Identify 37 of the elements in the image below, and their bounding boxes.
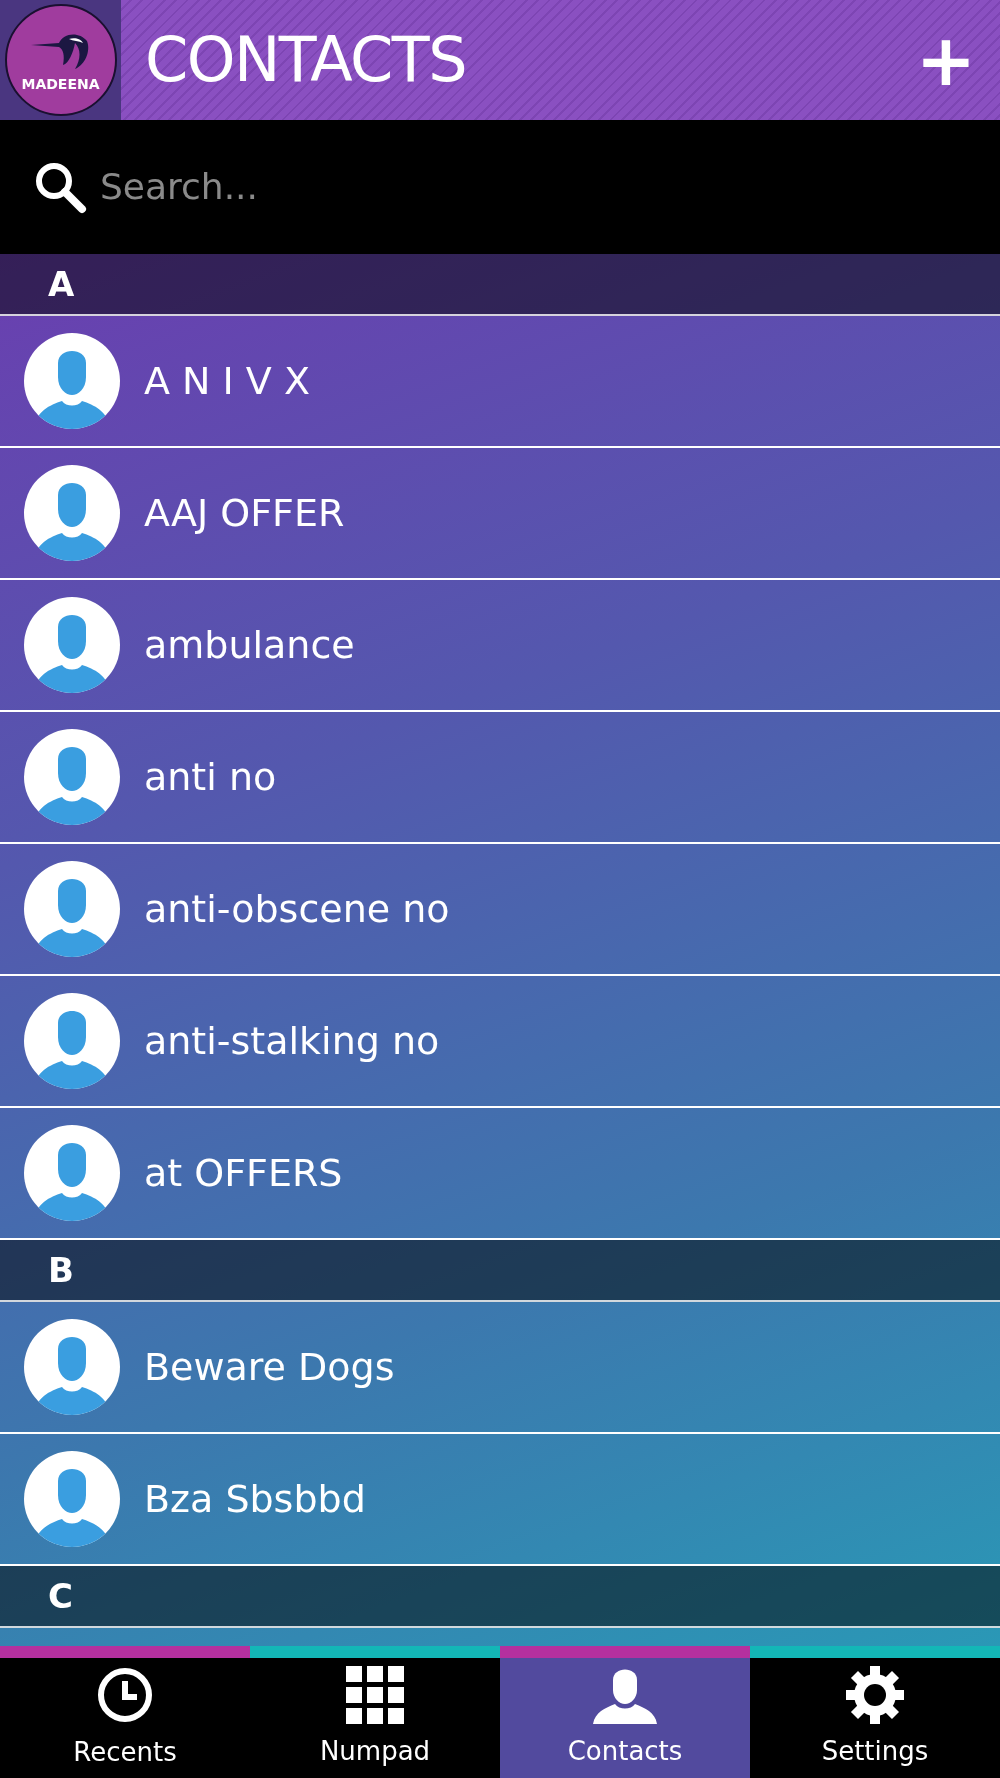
contact-name: anti-stalking no <box>144 1017 440 1065</box>
contact-row[interactable]: anti no <box>0 712 1000 844</box>
avatar-icon <box>24 597 120 693</box>
contact-row[interactable]: ambulance <box>0 580 1000 712</box>
contact-row[interactable]: Bza Sbsbbd <box>0 1434 1000 1566</box>
grid-icon <box>346 1665 404 1724</box>
contact-name: Bza Sbsbbd <box>144 1475 366 1523</box>
section-letter: B <box>48 1248 74 1292</box>
contact-row[interactable]: Beware Dogs <box>0 1302 1000 1434</box>
header-title: CONTACTS <box>145 29 466 91</box>
contact-row[interactable]: anti-obscene no <box>0 844 1000 976</box>
avatar-icon <box>24 1319 120 1415</box>
avatar-icon <box>24 729 120 825</box>
search-field[interactable]: Search... <box>100 160 968 214</box>
contact-name: anti-obscene no <box>144 885 450 933</box>
contact-name: Beware Dogs <box>144 1343 395 1391</box>
contact-name: AAJ OFFER <box>144 489 345 537</box>
contact-name: ambulance <box>144 621 355 669</box>
avatar-icon <box>24 993 120 1089</box>
logo-text: MADEENA <box>21 77 100 91</box>
avatar-icon <box>24 1451 120 1547</box>
contact-row[interactable]: AAJ OFFER <box>0 448 1000 580</box>
avatar-icon <box>24 465 120 561</box>
avatar-icon <box>24 333 120 429</box>
contact-row[interactable]: at OFFERS <box>0 1108 1000 1240</box>
section-letter: C <box>48 1574 73 1618</box>
contact-name: anti no <box>144 753 277 801</box>
add-button[interactable]: + <box>916 25 976 95</box>
avatar-icon <box>24 1125 120 1221</box>
contact-row[interactable]: anti-stalking no <box>0 976 1000 1108</box>
contact-name: A N I V X <box>144 357 310 405</box>
contact-row[interactable]: A N I V X <box>0 316 1000 448</box>
contact-name: at OFFERS <box>144 1149 343 1197</box>
tab[interactable]: Contacts <box>500 1658 750 1778</box>
settings-icon <box>846 1665 904 1724</box>
section-letter: A <box>48 262 75 306</box>
avatar-icon <box>24 861 120 957</box>
